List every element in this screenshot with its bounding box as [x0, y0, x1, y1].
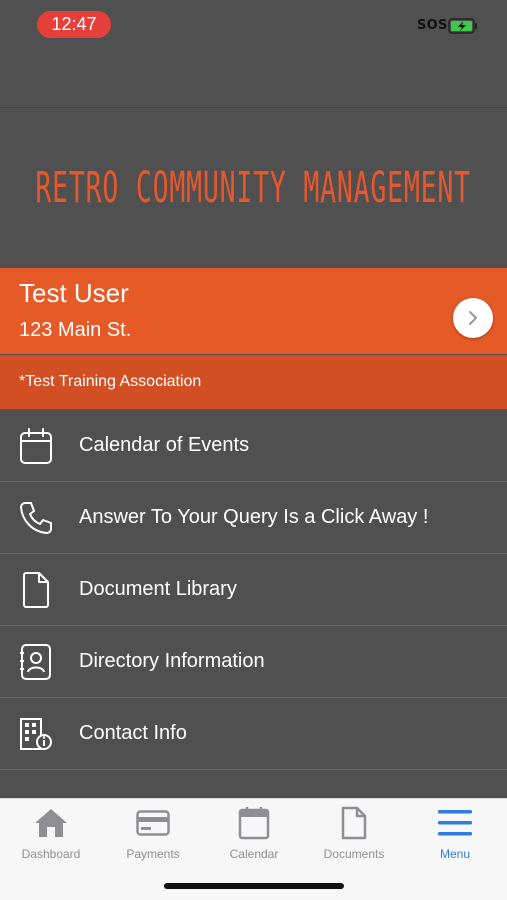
- status-bar: 12:47 SOS: [0, 0, 507, 108]
- menu-item-label: Directory Information: [79, 650, 265, 672]
- user-details-button[interactable]: [453, 298, 493, 338]
- tab-dashboard[interactable]: Dashboard: [6, 805, 96, 865]
- building-info-icon: [18, 714, 54, 754]
- tab-label: Calendar: [229, 847, 279, 861]
- tab-documents[interactable]: Documents: [309, 805, 399, 865]
- menu-item-query[interactable]: Answer To Your Query Is a Click Away !: [0, 482, 507, 554]
- user-name: Test User: [19, 278, 129, 308]
- chevron-right-icon: [469, 311, 477, 325]
- menu-item-directory-information[interactable]: Directory Information: [0, 626, 507, 698]
- home-indicator[interactable]: [164, 883, 344, 889]
- sos-indicator: SOS: [417, 18, 448, 33]
- menu-item-calendar-of-events[interactable]: Calendar of Events: [0, 410, 507, 482]
- battery-charging-icon: [448, 18, 477, 34]
- tab-calendar[interactable]: Calendar: [209, 805, 299, 865]
- brand-banner: RETRO COMMUNITY MANAGEMENT: [0, 108, 507, 268]
- menu-item-document-library[interactable]: Document Library: [0, 554, 507, 626]
- tab-label: Menu: [439, 847, 471, 861]
- contact-card-icon: [18, 642, 54, 682]
- document-icon: [336, 805, 372, 841]
- calendar-icon: [18, 426, 54, 466]
- tab-label: Payments: [126, 847, 180, 861]
- tab-menu[interactable]: Menu: [410, 805, 500, 865]
- phone-icon: [18, 498, 54, 538]
- tab-payments[interactable]: Payments: [108, 805, 198, 865]
- tab-label: Dashboard: [21, 847, 81, 861]
- menu-item-label: Calendar of Events: [79, 434, 250, 456]
- user-card[interactable]: Test User 123 Main St.: [0, 268, 507, 354]
- association-name[interactable]: *Test Training Association: [0, 355, 507, 409]
- document-icon: [18, 570, 54, 610]
- credit-card-icon: [135, 805, 171, 841]
- calendar-icon: [236, 805, 272, 841]
- menu-item-contact-info[interactable]: Contact Info: [0, 698, 507, 770]
- menu-item-label: Answer To Your Query Is a Click Away !: [79, 506, 429, 528]
- tab-label: Documents: [323, 847, 385, 861]
- menu-item-label: Contact Info: [79, 722, 187, 744]
- hamburger-menu-icon: [437, 805, 473, 841]
- status-time: 12:47: [37, 11, 111, 38]
- user-address: 123 Main St.: [19, 319, 132, 341]
- menu-item-label: Document Library: [79, 578, 237, 600]
- brand-logo-text: RETRO COMMUNITY MANAGEMENT: [35, 163, 472, 213]
- home-icon: [33, 805, 69, 841]
- menu-list: Calendar of Events Answer To Your Query …: [0, 410, 507, 770]
